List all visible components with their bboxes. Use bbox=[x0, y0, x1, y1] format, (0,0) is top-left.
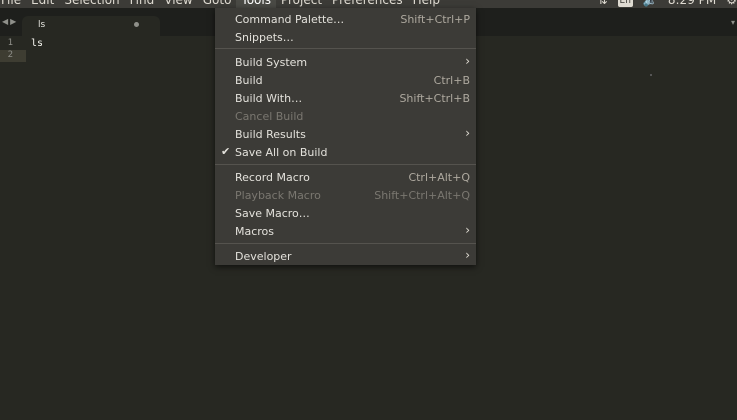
chevron-right-icon: › bbox=[465, 126, 470, 140]
menu-item-save-macro[interactable]: Save Macro… bbox=[215, 204, 476, 222]
app-menubar: File Edit Selection Find View Goto Tools… bbox=[0, 0, 737, 8]
settings-gear-icon[interactable]: ⚙ bbox=[726, 0, 737, 8]
tab-title: ls bbox=[38, 20, 46, 30]
menu-separator bbox=[215, 164, 476, 165]
line-number: 1 bbox=[7, 38, 13, 48]
menu-selection[interactable]: Selection bbox=[59, 0, 124, 8]
menu-preferences[interactable]: Preferences bbox=[327, 0, 408, 8]
menu-goto[interactable]: Goto bbox=[198, 0, 237, 8]
menu-separator bbox=[215, 243, 476, 244]
network-icon[interactable]: ⇅ bbox=[597, 0, 607, 8]
unsaved-dot-icon[interactable] bbox=[134, 22, 139, 27]
line-number-current: 2 bbox=[0, 50, 26, 62]
menu-help[interactable]: Help bbox=[408, 0, 445, 8]
menu-item-save-all-on-build[interactable]: ✔ Save All on Build bbox=[215, 143, 476, 161]
menu-file[interactable]: File bbox=[0, 0, 26, 8]
menu-item-build-with[interactable]: Build With… Shift+Ctrl+B bbox=[215, 89, 476, 107]
chevron-right-icon: › bbox=[465, 223, 470, 237]
keyboard-language-indicator[interactable]: En bbox=[617, 0, 633, 7]
menu-item-build-results[interactable]: Build Results › bbox=[215, 125, 476, 143]
menu-item-cancel-build: Cancel Build bbox=[235, 110, 304, 123]
tab-ls[interactable]: ls bbox=[22, 16, 160, 36]
chevron-right-icon: › bbox=[465, 54, 470, 68]
minimap-marker bbox=[650, 74, 652, 76]
menu-find[interactable]: Find bbox=[125, 0, 160, 8]
volume-icon[interactable]: 🔉 bbox=[643, 0, 658, 8]
menu-project[interactable]: Project bbox=[276, 0, 327, 8]
menu-item-build-system[interactable]: Build System › bbox=[215, 53, 476, 71]
menu-tools[interactable]: Tools bbox=[236, 0, 276, 8]
menu-separator bbox=[215, 48, 476, 49]
menu-item-playback-macro: Playback Macro Shift+Ctrl+Alt+Q bbox=[235, 189, 470, 202]
menu-item-command-palette[interactable]: Command Palette… Shift+Ctrl+P bbox=[215, 10, 476, 28]
tab-list-chevron-down-icon[interactable]: ▾ bbox=[731, 18, 735, 27]
clock[interactable]: 8:29 PM bbox=[668, 0, 716, 8]
tab-navigation-arrows[interactable]: ◀▶ bbox=[2, 17, 18, 26]
menu-item-developer[interactable]: Developer › bbox=[215, 247, 476, 265]
menu-item-macros[interactable]: Macros › bbox=[215, 222, 476, 240]
system-tray: ⇅ En 🔉 8:29 PM ⚙ bbox=[587, 0, 737, 8]
tools-menu: Command Palette… Shift+Ctrl+P Snippets… … bbox=[215, 8, 476, 265]
chevron-right-icon: › bbox=[465, 248, 470, 262]
menu-item-snippets[interactable]: Snippets… bbox=[215, 28, 476, 46]
menu-item-record-macro[interactable]: Record Macro Ctrl+Alt+Q bbox=[215, 168, 476, 186]
code-line[interactable]: ls bbox=[31, 38, 43, 49]
menu-item-build[interactable]: Build Ctrl+B bbox=[215, 71, 476, 89]
menu-view[interactable]: View bbox=[159, 0, 197, 8]
checkmark-icon: ✔ bbox=[221, 145, 231, 158]
menu-edit[interactable]: Edit bbox=[26, 0, 59, 8]
